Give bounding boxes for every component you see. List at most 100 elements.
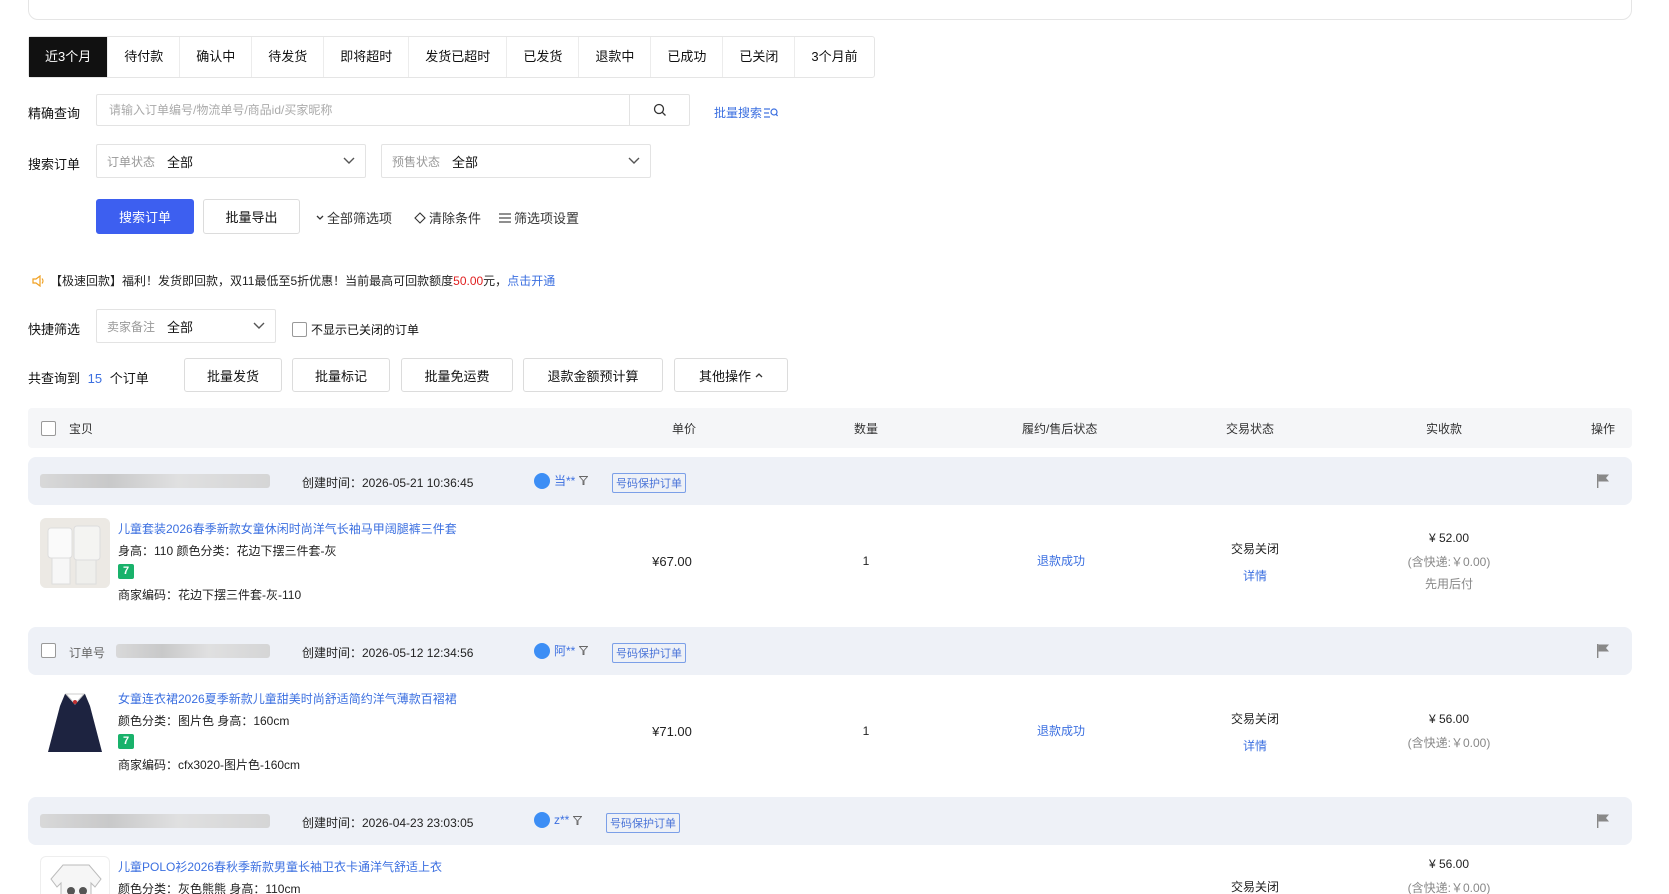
search-orders-label: 搜索订单	[28, 157, 81, 172]
batch-free-shipping-button[interactable]: 批量免运费	[401, 358, 513, 392]
header-price: 单价	[672, 422, 697, 436]
payment-note: 先用后付	[1424, 577, 1474, 591]
hide-closed-label: 不显示已关闭的订单	[311, 323, 420, 337]
unit-price: ¥71.00	[652, 724, 692, 739]
product-title-link[interactable]: 儿童套装2026春季新款女童休闲时尚洋气长袖马甲阔腿裤三件套	[118, 520, 457, 537]
chevron-up-icon	[755, 373, 763, 378]
search-button[interactable]	[629, 95, 689, 125]
filter-icon[interactable]	[573, 815, 583, 825]
chevron-down-icon	[316, 215, 324, 220]
product-thumbnail[interactable]	[40, 688, 110, 758]
chat-bubble-icon	[534, 472, 550, 489]
quantity: 1	[862, 724, 870, 738]
order-item-row: 儿童套装2026春季新款女童休闲时尚洋气长袖马甲阔腿裤三件套 身高：110 颜色…	[28, 508, 1632, 608]
table-header: 宝贝 单价 数量 履约/售后状态 交易状态 实收款 操作	[28, 408, 1632, 448]
product-thumbnail[interactable]	[40, 518, 110, 588]
merchant-sku: 商家编码：花边下摆三件套-灰-110	[118, 588, 302, 602]
hide-closed-option[interactable]: 不显示已关闭的订单	[292, 321, 419, 338]
menu-icon	[499, 212, 511, 223]
tab-pending-payment[interactable]: 待付款	[108, 37, 181, 77]
tab-pending-shipment[interactable]: 待发货	[252, 37, 325, 77]
product-attributes: 身高：110 颜色分类：花边下摆三件套-灰	[118, 544, 337, 558]
tab-recent-3-months[interactable]: 近3个月	[29, 37, 109, 77]
flag-icon[interactable]	[1596, 643, 1610, 659]
order-count-summary: 共查询到 15 个订单	[28, 368, 149, 387]
order-header: 创建时间：2026-05-21 10:36:45 当** 号码保护订单	[28, 457, 1632, 505]
buyer-nickname[interactable]: z**	[534, 812, 583, 828]
presale-status-select[interactable]: 预售状态 全部	[381, 144, 651, 178]
buyer-nickname[interactable]: 当**	[534, 472, 589, 489]
tab-refunding[interactable]: 退款中	[579, 37, 652, 77]
buyer-nickname[interactable]: 阿**	[534, 642, 589, 659]
filter-icon[interactable]	[579, 646, 589, 655]
chat-bubble-icon	[534, 812, 550, 828]
shipping-fee: (含快递:￥0.00)	[1407, 555, 1491, 569]
product-title-link[interactable]: 儿童POLO衫2026春秋季新款男童长袖卫衣卡通洋气舒适上衣	[118, 858, 442, 875]
presale-status-label: 预售状态	[392, 154, 441, 169]
seller-note-select[interactable]: 卖家备注 全部	[96, 309, 276, 343]
order-select-checkbox[interactable]	[41, 643, 56, 658]
refund-status-link[interactable]: 退款成功	[1037, 722, 1085, 739]
order-status-label: 订单状态	[107, 154, 156, 169]
batch-search-link[interactable]: 批量搜索	[714, 104, 779, 121]
order-number-redacted	[116, 644, 270, 658]
tab-older-than-3-months[interactable]: 3个月前	[795, 37, 873, 77]
number-protection-tag: 号码保护订单	[612, 643, 686, 663]
all-filters-toggle[interactable]: 全部筛选项	[316, 208, 392, 227]
number-protection-tag: 号码保护订单	[606, 813, 680, 833]
refund-status-link[interactable]: 退款成功	[1037, 552, 1085, 569]
flag-icon[interactable]	[1596, 813, 1610, 829]
activate-link[interactable]: 点击开通	[507, 272, 555, 289]
tab-shipment-overdue[interactable]: 发货已超时	[409, 37, 508, 77]
trade-status: 交易关闭	[1230, 542, 1280, 556]
received-amount: ¥ 52.00	[1428, 531, 1470, 545]
order-status-select[interactable]: 订单状态 全部	[96, 144, 366, 178]
seller-note-value: 全部	[167, 319, 194, 335]
product-thumbnail[interactable]	[40, 856, 110, 894]
tab-about-to-timeout[interactable]: 即将超时	[324, 37, 410, 77]
batch-export-button[interactable]: 批量导出	[203, 199, 300, 234]
filter-icon[interactable]	[579, 476, 589, 485]
search-input[interactable]	[97, 95, 629, 125]
tab-shipped[interactable]: 已发货	[507, 37, 580, 77]
list-search-icon	[764, 107, 779, 118]
buyer-name: z**	[554, 813, 570, 827]
order-count: 15	[87, 371, 103, 386]
order-status-value: 全部	[167, 154, 194, 170]
other-actions-button[interactable]: 其他操作	[674, 358, 788, 392]
trade-status: 交易关闭	[1230, 712, 1280, 726]
chat-bubble-icon	[534, 642, 550, 659]
hide-closed-checkbox[interactable]	[292, 322, 307, 337]
top-panel	[28, 0, 1632, 20]
buyer-name: 当**	[554, 474, 576, 488]
order-created-time: 创建时间：2026-05-12 12:34:56	[302, 646, 474, 660]
header-operation: 操作	[1591, 422, 1616, 436]
shipping-fee: (含快递:￥0.00)	[1407, 736, 1491, 750]
filter-settings-button[interactable]: 筛选项设置	[499, 208, 579, 227]
tab-succeeded[interactable]: 已成功	[651, 37, 724, 77]
quantity: 1	[862, 554, 870, 568]
select-all-checkbox[interactable]	[41, 421, 56, 436]
order-item-row: 女童连衣裙2026夏季新款儿童甜美时尚舒适简约洋气薄款百褶裙 颜色分类：图片色 …	[28, 678, 1632, 778]
order-detail-link[interactable]: 详情	[1243, 567, 1267, 584]
clear-conditions-label: 清除条件	[429, 211, 482, 226]
fast-payback-notice: 【极速回款】福利！发货即回款，双11最低至5折优惠！当前最高可回款额度 50.0…	[32, 272, 555, 289]
order-detail-link[interactable]: 详情	[1243, 737, 1267, 754]
eraser-icon	[414, 211, 426, 224]
buyer-name: 阿**	[554, 644, 576, 658]
flag-icon[interactable]	[1596, 473, 1610, 489]
product-title-link[interactable]: 女童连衣裙2026夏季新款儿童甜美时尚舒适简约洋气薄款百褶裙	[118, 690, 457, 707]
order-number-redacted	[40, 474, 270, 488]
refund-precalc-button[interactable]: 退款金额预计算	[523, 358, 663, 392]
batch-ship-button[interactable]: 批量发货	[184, 358, 282, 392]
search-orders-button[interactable]: 搜索订单	[96, 199, 194, 234]
precise-search-label: 精确查询	[28, 106, 81, 121]
tab-confirming[interactable]: 确认中	[180, 37, 253, 77]
clear-conditions-button[interactable]: 清除条件	[414, 208, 481, 227]
product-attributes: 颜色分类：图片色 身高：160cm	[118, 714, 290, 728]
header-quantity: 数量	[854, 422, 879, 436]
product-attributes: 颜色分类：灰色熊熊 身高：110cm	[118, 882, 301, 894]
filter-settings-label: 筛选项设置	[514, 211, 580, 226]
tab-closed[interactable]: 已关闭	[723, 37, 796, 77]
batch-mark-button[interactable]: 批量标记	[292, 358, 390, 392]
